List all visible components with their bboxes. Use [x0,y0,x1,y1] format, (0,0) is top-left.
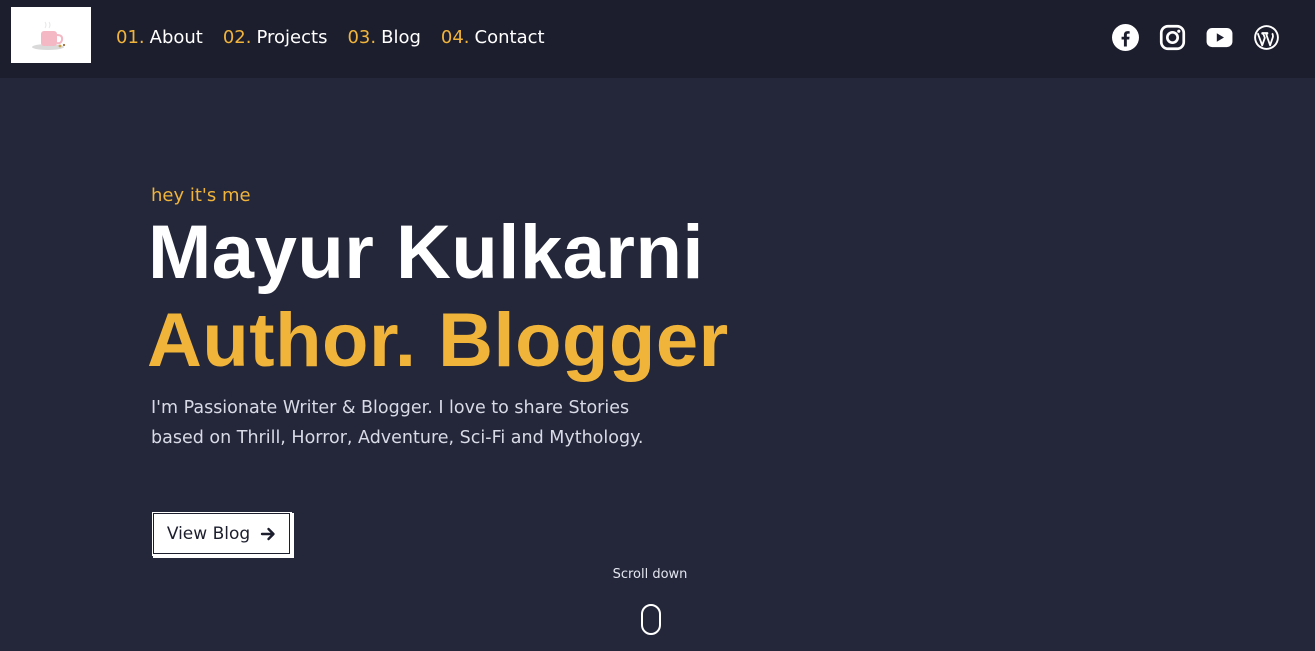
instagram-icon[interactable] [1159,24,1186,51]
social-links [1112,24,1280,51]
nav-link-projects[interactable]: 02. Projects [223,27,328,48]
view-blog-button[interactable]: View Blog [151,511,292,556]
wordpress-icon[interactable] [1253,24,1280,51]
mouse-scroll-icon[interactable] [641,604,661,635]
nav-link-contact[interactable]: 04. Contact [441,27,545,48]
nav-number: 03. [347,27,377,48]
nav-label: Blog [381,27,421,48]
nav-number: 01. [116,27,145,48]
hero-role: Author. Blogger [147,298,729,383]
nav-link-blog[interactable]: 03. Blog [347,27,420,48]
nav-number: 04. [440,27,470,48]
facebook-icon[interactable] [1112,24,1139,51]
arrow-right-icon [260,527,275,540]
nav-link-about[interactable]: 01. About [116,27,203,48]
main-nav: 01. About 02. Projects 03. Blog 04. Cont… [116,27,565,48]
scroll-down-label: Scroll down [612,567,688,582]
navbar: 01. About 02. Projects 03. Blog 04. Cont… [0,0,1315,78]
nav-label: Contact [474,27,545,48]
hero-bio: I'm Passionate Writer & Blogger. I love … [151,398,644,448]
hero-section: hey it's me Mayur Kulkarni Author. Blogg… [147,185,729,453]
nav-number: 02. [222,27,252,48]
nav-label: About [149,27,203,48]
hero-greeting: hey it's me [151,185,251,206]
site-logo[interactable] [11,7,91,63]
hero-name: Mayur Kulkarni [148,210,705,295]
youtube-icon[interactable] [1206,24,1233,51]
view-blog-label: View Blog [166,523,251,544]
coffee-cup-logo-icon [32,21,66,50]
nav-label: Projects [256,27,328,48]
